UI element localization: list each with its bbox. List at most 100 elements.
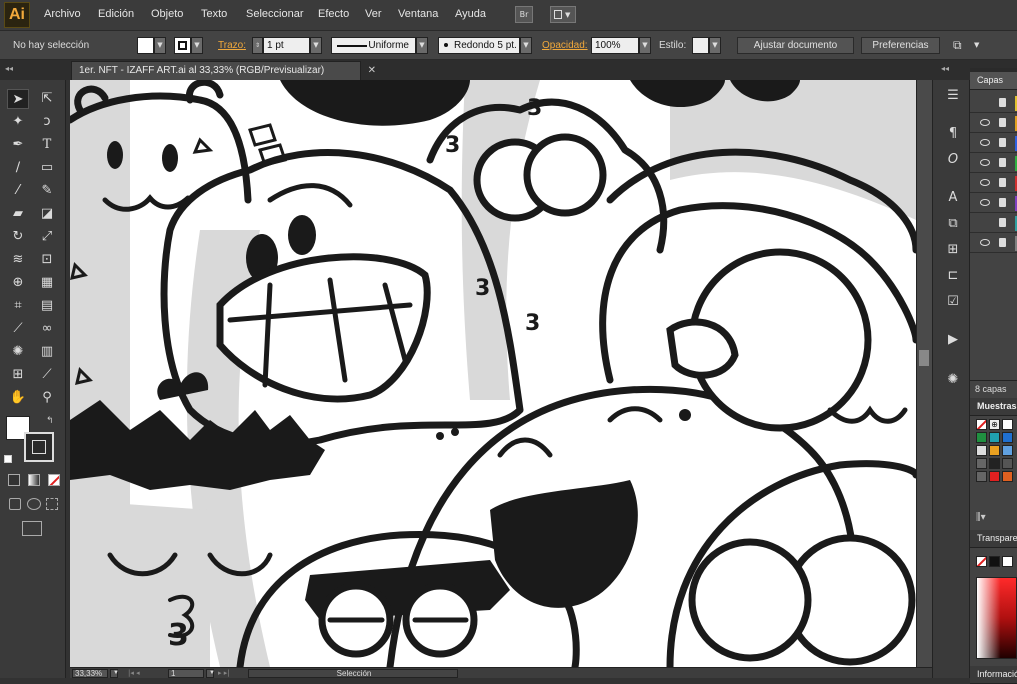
menu-archivo[interactable]: Archivo — [44, 8, 81, 20]
current-tool-status[interactable]: Selección — [248, 669, 458, 678]
eyedropper-tool-icon[interactable]: ⟋ — [7, 319, 29, 339]
menu-texto[interactable]: Texto — [201, 8, 227, 20]
gradient-tool-icon[interactable]: ▤ — [36, 296, 58, 316]
transparency-tab[interactable]: Transparencia — [970, 530, 1017, 548]
brush-select[interactable]: Redondo 5 pt. — [438, 37, 520, 54]
fill-swatch[interactable] — [137, 37, 154, 54]
shape-builder-tool-icon[interactable]: ⊕ — [7, 273, 29, 293]
rotate-tool-icon[interactable]: ↻ — [7, 227, 29, 247]
info-tab[interactable]: Información — [970, 666, 1017, 684]
workspace-switcher[interactable]: ▼ — [550, 6, 576, 23]
hand-tool-icon[interactable]: ✋ — [7, 388, 29, 408]
swatch-none[interactable] — [976, 419, 987, 430]
layer-row[interactable] — [970, 154, 1017, 173]
registration-swatch[interactable]: ⊕ — [989, 419, 1000, 430]
menu-objeto[interactable]: Objeto — [151, 8, 183, 20]
pencil-tool-icon[interactable]: ✎ — [36, 181, 58, 201]
paintbrush-tool-icon[interactable]: ⁄ — [7, 181, 29, 201]
blend-tool-icon[interactable]: ∞ — [36, 319, 58, 339]
symbol-sprayer-tool-icon[interactable]: ✺ — [7, 342, 29, 362]
swatch-teal[interactable] — [989, 432, 1000, 443]
zoom-level[interactable]: 33,33% — [72, 669, 108, 678]
stroke-profile-dropdown[interactable]: ▼ — [416, 37, 428, 54]
artboard-dropdown[interactable]: ▼ — [206, 669, 215, 678]
lock-icon[interactable] — [999, 178, 1006, 187]
type-tool-icon[interactable]: T — [36, 135, 58, 155]
opacity-input[interactable]: 100% — [591, 37, 639, 54]
collapse-arrows-icon[interactable]: ◂◂ — [5, 64, 13, 73]
color-none-swatch[interactable] — [976, 556, 987, 567]
swatch-dark-gray[interactable] — [1002, 458, 1013, 469]
layer-row[interactable] — [970, 214, 1017, 233]
stroke-dropdown[interactable]: ▼ — [191, 37, 203, 54]
lock-icon[interactable] — [999, 218, 1006, 227]
swatch-light-gray[interactable] — [976, 445, 987, 456]
layer-row[interactable] — [970, 114, 1017, 133]
preferences-button[interactable]: Preferencias — [861, 37, 940, 54]
swatch-black[interactable] — [989, 458, 1000, 469]
swatch-orange[interactable] — [989, 445, 1000, 456]
lock-icon[interactable] — [999, 118, 1006, 127]
lock-icon[interactable] — [999, 138, 1006, 147]
blob-brush-tool-icon[interactable]: ▰ — [7, 204, 29, 224]
last-artboard-icon[interactable]: ▸ ▸| — [218, 669, 230, 677]
slice-tool-icon[interactable]: ⟋ — [36, 365, 58, 385]
first-artboard-icon[interactable]: |◂ ◂ — [128, 669, 140, 677]
document-tab[interactable]: 1er. NFT - IZAFF ART.ai al 33,33% (RGB/P… — [71, 61, 376, 80]
layer-row[interactable] — [970, 234, 1017, 253]
lock-icon[interactable] — [999, 238, 1006, 247]
zoom-dropdown[interactable]: ▼ — [110, 669, 119, 678]
appearance-icon[interactable]: ☑ — [943, 292, 963, 312]
swatch-green[interactable] — [976, 432, 987, 443]
layer-row[interactable] — [970, 194, 1017, 213]
eraser-tool-icon[interactable]: ◪ — [36, 204, 58, 224]
menu-edicion[interactable]: Edición — [98, 8, 134, 20]
swatch-red-orange[interactable] — [1002, 471, 1013, 482]
swap-colors-icon[interactable]: ↰ — [46, 416, 54, 426]
color-white-swatch[interactable] — [1002, 556, 1013, 567]
document-canvas[interactable]: 3 3 3 3 3 — [70, 80, 916, 667]
menu-lines-icon[interactable]: ☰ — [943, 86, 963, 106]
pathfinder-icon[interactable]: ⧉ — [943, 214, 963, 234]
style-swatch[interactable] — [692, 37, 709, 54]
arrange-icon[interactable]: ⧉ — [953, 38, 962, 53]
eye-icon[interactable] — [980, 139, 990, 146]
swatch-red[interactable] — [989, 471, 1000, 482]
color-black-swatch[interactable] — [989, 556, 1000, 567]
opentype-icon[interactable]: O — [943, 150, 963, 170]
align-icon[interactable]: ⊞ — [943, 240, 963, 260]
zoom-tool-icon[interactable]: ⚲ — [36, 388, 58, 408]
eye-icon[interactable] — [980, 179, 990, 186]
swatch-libraries-icon[interactable]: ⫼▾ — [976, 512, 986, 523]
swatch-folder[interactable] — [976, 471, 987, 482]
line-tool-icon[interactable]: ∕ — [7, 158, 29, 178]
color-spectrum[interactable] — [976, 577, 1017, 659]
gradient-mode-icon[interactable] — [28, 474, 40, 486]
swatch-light-blue[interactable] — [1002, 445, 1013, 456]
layer-row[interactable] — [970, 174, 1017, 193]
direct-selection-tool-icon[interactable]: ⇱ — [36, 89, 58, 109]
paragraph-icon[interactable]: ¶ — [943, 124, 963, 144]
draw-normal-icon[interactable] — [9, 498, 21, 510]
actions-play-icon[interactable]: ▶ — [943, 330, 963, 350]
draw-behind-icon[interactable] — [27, 498, 41, 510]
expand-panels-icon[interactable]: ◂◂ — [941, 64, 949, 73]
transform-icon[interactable]: ⊏ — [943, 266, 963, 286]
opacity-label[interactable]: Opacidad: — [542, 40, 588, 51]
fill-dropdown[interactable]: ▼ — [154, 37, 166, 54]
layer-row[interactable] — [970, 94, 1017, 113]
swatches-tab[interactable]: Muestras — [970, 398, 1017, 416]
stroke-weight-input[interactable]: 1 pt — [263, 37, 310, 54]
swatch-blue[interactable] — [1002, 432, 1013, 443]
menu-ventana[interactable]: Ventana — [398, 8, 438, 20]
column-graph-tool-icon[interactable]: ▥ — [36, 342, 58, 362]
stroke-label[interactable]: Trazo: — [218, 40, 246, 51]
swatch-white[interactable] — [1002, 419, 1013, 430]
screen-mode-icon[interactable] — [22, 521, 42, 536]
lock-icon[interactable] — [999, 158, 1006, 167]
width-tool-icon[interactable]: ≋ — [7, 250, 29, 270]
lock-icon[interactable] — [999, 98, 1006, 107]
menu-efecto[interactable]: Efecto — [318, 8, 349, 20]
free-transform-tool-icon[interactable]: ⊡ — [36, 250, 58, 270]
close-tab-icon[interactable]: ✕ — [368, 62, 376, 80]
